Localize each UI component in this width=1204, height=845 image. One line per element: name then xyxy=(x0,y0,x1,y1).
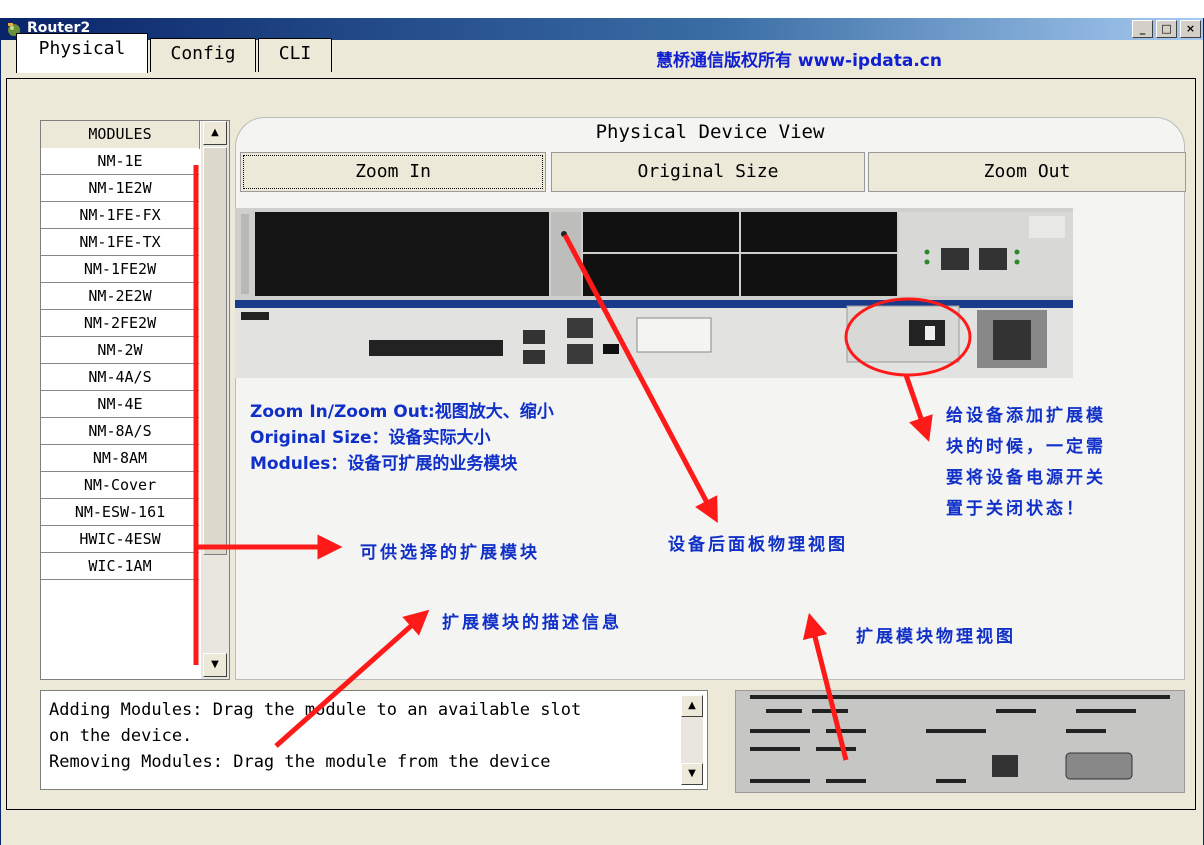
original-size-button[interactable]: Original Size xyxy=(551,152,865,192)
annotation-rear-panel: 设备后面板物理视图 xyxy=(668,535,848,555)
module-item[interactable]: NM-ESW-161 xyxy=(41,499,199,526)
copyright-text: 慧桥通信版权所有 www-ipdata.cn xyxy=(656,51,942,71)
description-line-3: Removing Modules: Drag the module from t… xyxy=(49,752,551,772)
module-physical-view[interactable] xyxy=(735,690,1185,793)
zoom-out-button[interactable]: Zoom Out xyxy=(868,152,1186,192)
description-scroll-up[interactable]: ▲ xyxy=(681,695,703,717)
annotation-power-2: 块的时候，一定需 xyxy=(946,437,1106,457)
module-item[interactable]: NM-4E xyxy=(41,391,199,418)
maximize-button[interactable]: □ xyxy=(1156,20,1177,38)
scroll-down-button[interactable]: ▼ xyxy=(203,653,227,677)
module-item[interactable]: NM-Cover xyxy=(41,472,199,499)
scroll-up-button[interactable]: ▲ xyxy=(203,121,227,145)
router-image xyxy=(235,208,1073,378)
modules-scrollbar[interactable]: ▲ ▼ xyxy=(201,121,229,679)
annotation-module-view: 扩展模块物理视图 xyxy=(856,627,1016,647)
description-line-1: Adding Modules: Drag the module to an av… xyxy=(49,700,582,720)
module-item[interactable]: NM-2W xyxy=(41,337,199,364)
module-item[interactable]: NM-2FE2W xyxy=(41,310,199,337)
annotation-power-4: 置于关闭状态！ xyxy=(946,499,1086,519)
annotation-power-1: 给设备添加扩展模 xyxy=(946,406,1106,426)
module-item[interactable]: NM-8AM xyxy=(41,445,199,472)
minimize-button[interactable]: _ xyxy=(1132,20,1153,38)
module-item[interactable]: NM-2E2W xyxy=(41,283,199,310)
module-item[interactable]: NM-1FE2W xyxy=(41,256,199,283)
module-item[interactable]: NM-4A/S xyxy=(41,364,199,391)
annotation-power-3: 要将设备电源开关 xyxy=(946,468,1106,488)
device-view-title: Physical Device View xyxy=(595,121,825,143)
close-button[interactable]: × xyxy=(1180,20,1201,38)
title-bar[interactable]: Router2 _ □ × xyxy=(1,18,1203,40)
module-item[interactable]: NM-8A/S xyxy=(41,418,199,445)
tab-config[interactable]: Config xyxy=(150,38,256,72)
tab-cli[interactable]: CLI xyxy=(258,38,332,72)
module-item[interactable]: NM-1FE-TX xyxy=(41,229,199,256)
description-scrollbar[interactable]: ▲ ▼ xyxy=(681,695,703,785)
annotation-zoom-help-3: Modules：设备可扩展的业务模块 xyxy=(250,454,518,474)
zoom-in-button[interactable]: Zoom In xyxy=(240,152,546,192)
module-item[interactable]: NM-1E xyxy=(41,148,199,175)
module-item[interactable]: NM-1E2W xyxy=(41,175,199,202)
annotation-selectable-modules: 可供选择的扩展模块 xyxy=(360,543,540,563)
annotation-zoom-help-1: Zoom In/Zoom Out:视图放大、缩小 xyxy=(250,402,554,422)
module-item[interactable]: WIC-1AM xyxy=(41,553,199,580)
annotation-module-description: 扩展模块的描述信息 xyxy=(442,613,622,633)
module-image xyxy=(736,691,1184,792)
description-scroll-down[interactable]: ▼ xyxy=(681,763,703,785)
annotation-zoom-help-2: Original Size：设备实际大小 xyxy=(250,428,491,448)
modules-list: MODULES NM-1E NM-1E2W NM-1FE-FX NM-1FE-T… xyxy=(40,120,230,680)
scroll-thumb[interactable] xyxy=(203,147,227,555)
modules-header: MODULES xyxy=(41,121,200,149)
tab-physical[interactable]: Physical xyxy=(16,33,148,73)
description-line-2: on the device. xyxy=(49,726,193,746)
module-description-box[interactable]: Adding Modules: Drag the module to an av… xyxy=(40,690,708,790)
description-text: Adding Modules: Drag the module to an av… xyxy=(49,697,679,775)
module-item[interactable]: NM-1FE-FX xyxy=(41,202,199,229)
router-rear-panel[interactable] xyxy=(235,208,1073,378)
module-item[interactable]: HWIC-4ESW xyxy=(41,526,199,553)
